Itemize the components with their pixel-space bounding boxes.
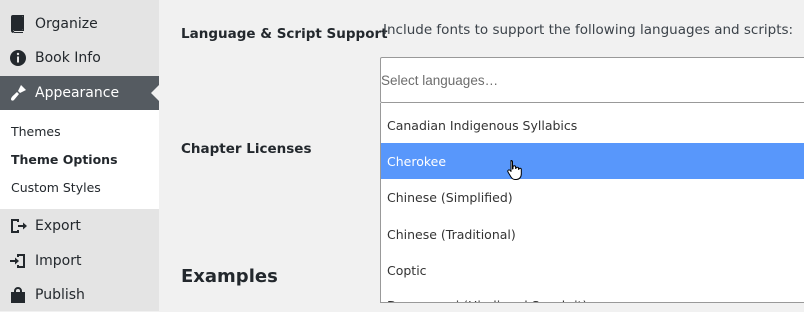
option-devanagari[interactable]: Devanagari (Hindi and Sanskrit) bbox=[381, 287, 804, 303]
appearance-submenu: Themes Theme Options Custom Styles bbox=[0, 110, 159, 209]
info-icon bbox=[9, 49, 27, 67]
hand-pointer-cursor-icon bbox=[507, 160, 522, 180]
paintbrush-icon bbox=[9, 84, 27, 102]
menu-item-organize[interactable]: Organize bbox=[0, 7, 159, 41]
menu-label-import: Import bbox=[35, 253, 82, 269]
menu-item-export[interactable]: Export bbox=[0, 209, 159, 243]
menu-label-book-info: Book Info bbox=[35, 50, 101, 66]
menu-label-organize: Organize bbox=[35, 16, 98, 32]
menu-label-export: Export bbox=[35, 218, 81, 234]
admin-sidebar: Organize Book Info Appearance Themes The… bbox=[0, 0, 159, 311]
option-canadian-indigenous-syllabics[interactable]: Canadian Indigenous Syllabics bbox=[381, 107, 804, 143]
language-search-input[interactable] bbox=[381, 58, 804, 102]
cart-icon bbox=[9, 286, 27, 304]
menu-item-import[interactable]: Import bbox=[0, 244, 159, 278]
menu-label-appearance: Appearance bbox=[35, 85, 120, 101]
language-support-description: Include fonts to support the following l… bbox=[383, 22, 794, 38]
submenu-item-custom-styles[interactable]: Custom Styles bbox=[11, 180, 101, 195]
examples-heading: Examples bbox=[181, 266, 278, 287]
submenu-item-themes[interactable]: Themes bbox=[11, 124, 61, 139]
book-icon bbox=[9, 15, 27, 33]
menu-item-publish[interactable]: Publish bbox=[0, 278, 159, 312]
option-chinese-traditional[interactable]: Chinese (Traditional) bbox=[381, 216, 804, 252]
option-chinese-simplified[interactable]: Chinese (Simplified) bbox=[381, 179, 804, 215]
menu-item-book-info[interactable]: Book Info bbox=[0, 41, 159, 75]
option-coptic[interactable]: Coptic bbox=[381, 252, 804, 288]
menu-item-appearance[interactable]: Appearance bbox=[0, 76, 159, 110]
export-icon bbox=[9, 217, 27, 235]
submenu-item-theme-options[interactable]: Theme Options bbox=[11, 152, 118, 167]
option-cherokee[interactable]: Cherokee bbox=[381, 143, 804, 179]
language-dropdown-list[interactable]: Canadian Indigenous Syllabics Cherokee C… bbox=[380, 103, 804, 303]
language-select[interactable] bbox=[380, 57, 804, 103]
import-icon bbox=[9, 252, 27, 270]
language-support-label: Language & Script Support bbox=[181, 26, 388, 42]
chapter-licenses-label: Chapter Licenses bbox=[181, 141, 312, 157]
menu-label-publish: Publish bbox=[35, 287, 85, 303]
